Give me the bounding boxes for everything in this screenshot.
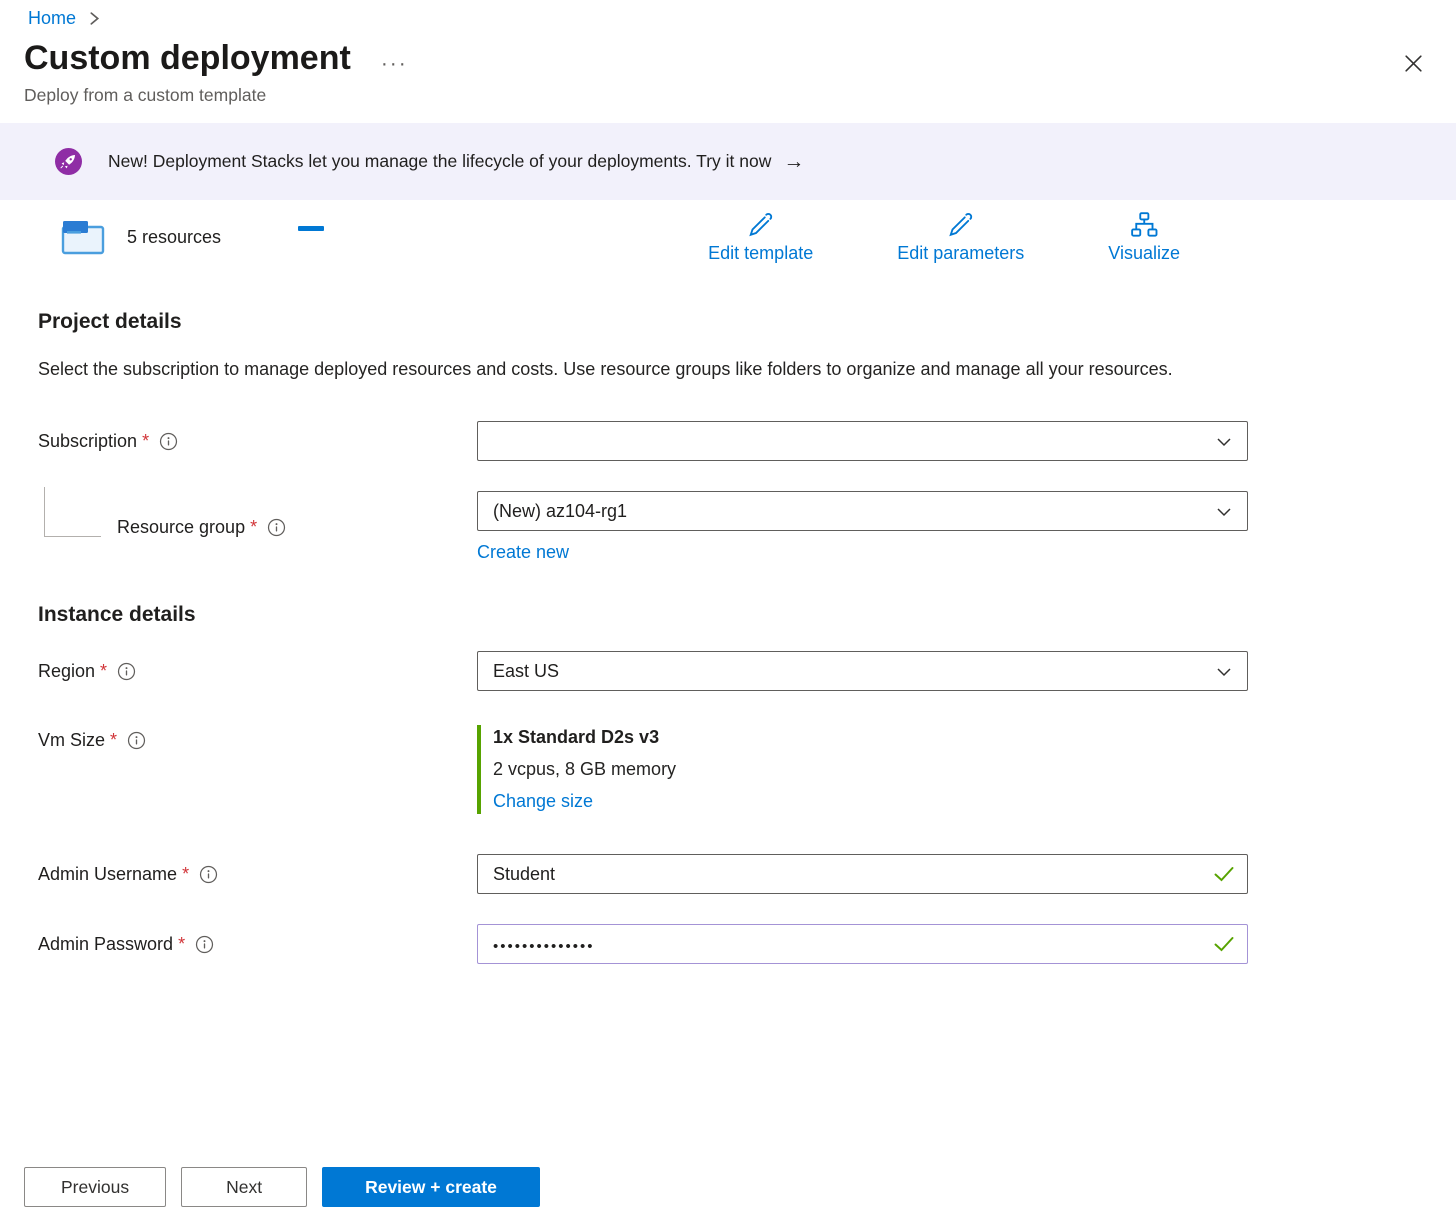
announcement-banner: New! Deployment Stacks let you manage th… — [0, 123, 1456, 200]
review-create-button[interactable]: Review + create — [322, 1167, 540, 1207]
project-details-heading: Project details — [38, 310, 1248, 334]
edit-parameters-button[interactable]: Edit parameters — [897, 210, 1024, 264]
create-new-link[interactable]: Create new — [477, 542, 569, 563]
subscription-dropdown[interactable] — [477, 421, 1248, 461]
admin-username-label: Admin Username — [38, 864, 177, 885]
subscription-row: Subscription * — [38, 421, 1248, 461]
page-title: Custom deployment — [24, 39, 351, 78]
template-actions: Edit template Edit parameters Visualize — [708, 210, 1180, 264]
more-options-icon[interactable]: ··· — [381, 42, 408, 76]
resources-icon — [60, 218, 106, 256]
pencil-icon — [745, 210, 777, 240]
template-resource-tile: 5 resources — [60, 210, 221, 256]
chevron-down-icon — [1216, 505, 1232, 519]
region-dropdown[interactable]: East US — [477, 651, 1248, 691]
info-icon[interactable] — [159, 432, 178, 451]
info-icon[interactable] — [195, 935, 214, 954]
rocket-icon — [55, 148, 82, 175]
edit-template-label: Edit template — [708, 243, 813, 264]
page-header: Custom deployment ··· — [0, 29, 1456, 80]
valid-check-icon — [1213, 935, 1235, 953]
info-icon[interactable] — [117, 662, 136, 681]
info-icon[interactable] — [199, 865, 218, 884]
vm-size-row: Vm Size * 1x Standard D2s v3 2 vcpus, 8 … — [38, 725, 1248, 814]
resource-group-label: Resource group — [117, 517, 245, 538]
resource-group-dropdown[interactable]: (New) az104-rg1 — [477, 491, 1248, 531]
resource-group-value: (New) az104-rg1 — [493, 501, 627, 522]
resource-group-row: Resource group * (New) az104-rg1 Create … — [38, 491, 1248, 563]
pencil-icon — [945, 210, 977, 240]
admin-username-row: Admin Username * — [38, 854, 1248, 894]
change-size-link[interactable]: Change size — [493, 791, 593, 812]
admin-password-input[interactable] — [477, 924, 1248, 964]
visualize-label: Visualize — [1108, 243, 1180, 264]
wizard-footer: Previous Next Review + create — [24, 1167, 540, 1207]
page-subtitle: Deploy from a custom template — [24, 85, 1456, 106]
close-icon — [1403, 53, 1424, 74]
banner-message: New! Deployment Stacks let you manage th… — [108, 151, 771, 172]
edit-parameters-label: Edit parameters — [897, 243, 1024, 264]
visualize-button[interactable]: Visualize — [1108, 210, 1180, 264]
vm-size-specs: 2 vcpus, 8 GB memory — [493, 759, 1248, 780]
template-bar: 5 resources Edit template Edit parameter… — [60, 210, 1180, 264]
required-asterisk: * — [250, 517, 257, 538]
project-details-description: Select the subscription to manage deploy… — [38, 353, 1198, 385]
chevron-down-icon — [1216, 665, 1232, 679]
required-asterisk: * — [142, 431, 149, 452]
breadcrumb: Home — [0, 0, 1456, 29]
region-row: Region * East US — [38, 651, 1248, 691]
valid-check-icon — [1213, 865, 1235, 883]
edit-template-button[interactable]: Edit template — [708, 210, 813, 264]
required-asterisk: * — [100, 661, 107, 682]
visualize-icon — [1128, 210, 1160, 240]
clipped-text-fragment — [298, 226, 324, 231]
admin-password-row: Admin Password * — [38, 924, 1248, 964]
next-button[interactable]: Next — [181, 1167, 307, 1207]
subscription-label: Subscription — [38, 431, 137, 452]
vm-size-selection: 1x Standard D2s v3 — [493, 727, 1248, 748]
admin-password-label: Admin Password — [38, 934, 173, 955]
arrow-right-icon[interactable]: → — [783, 150, 804, 174]
vm-size-label: Vm Size — [38, 730, 105, 751]
instance-details-heading: Instance details — [38, 603, 1248, 627]
breadcrumb-home-link[interactable]: Home — [28, 8, 76, 29]
info-icon[interactable] — [127, 731, 146, 750]
form-content: Project details Select the subscription … — [0, 310, 1456, 964]
field-connector-line — [44, 487, 101, 537]
required-asterisk: * — [178, 934, 185, 955]
region-value: East US — [493, 661, 559, 682]
resource-count-label: 5 resources — [127, 227, 221, 248]
vm-size-summary: 1x Standard D2s v3 2 vcpus, 8 GB memory … — [477, 725, 1248, 814]
info-icon[interactable] — [267, 518, 286, 537]
chevron-down-icon — [1216, 435, 1232, 449]
region-label: Region — [38, 661, 95, 682]
required-asterisk: * — [110, 730, 117, 751]
previous-button[interactable]: Previous — [24, 1167, 166, 1207]
required-asterisk: * — [182, 864, 189, 885]
admin-username-input[interactable] — [477, 854, 1248, 894]
breadcrumb-chevron-icon — [88, 11, 101, 26]
close-button[interactable] — [1397, 47, 1430, 80]
